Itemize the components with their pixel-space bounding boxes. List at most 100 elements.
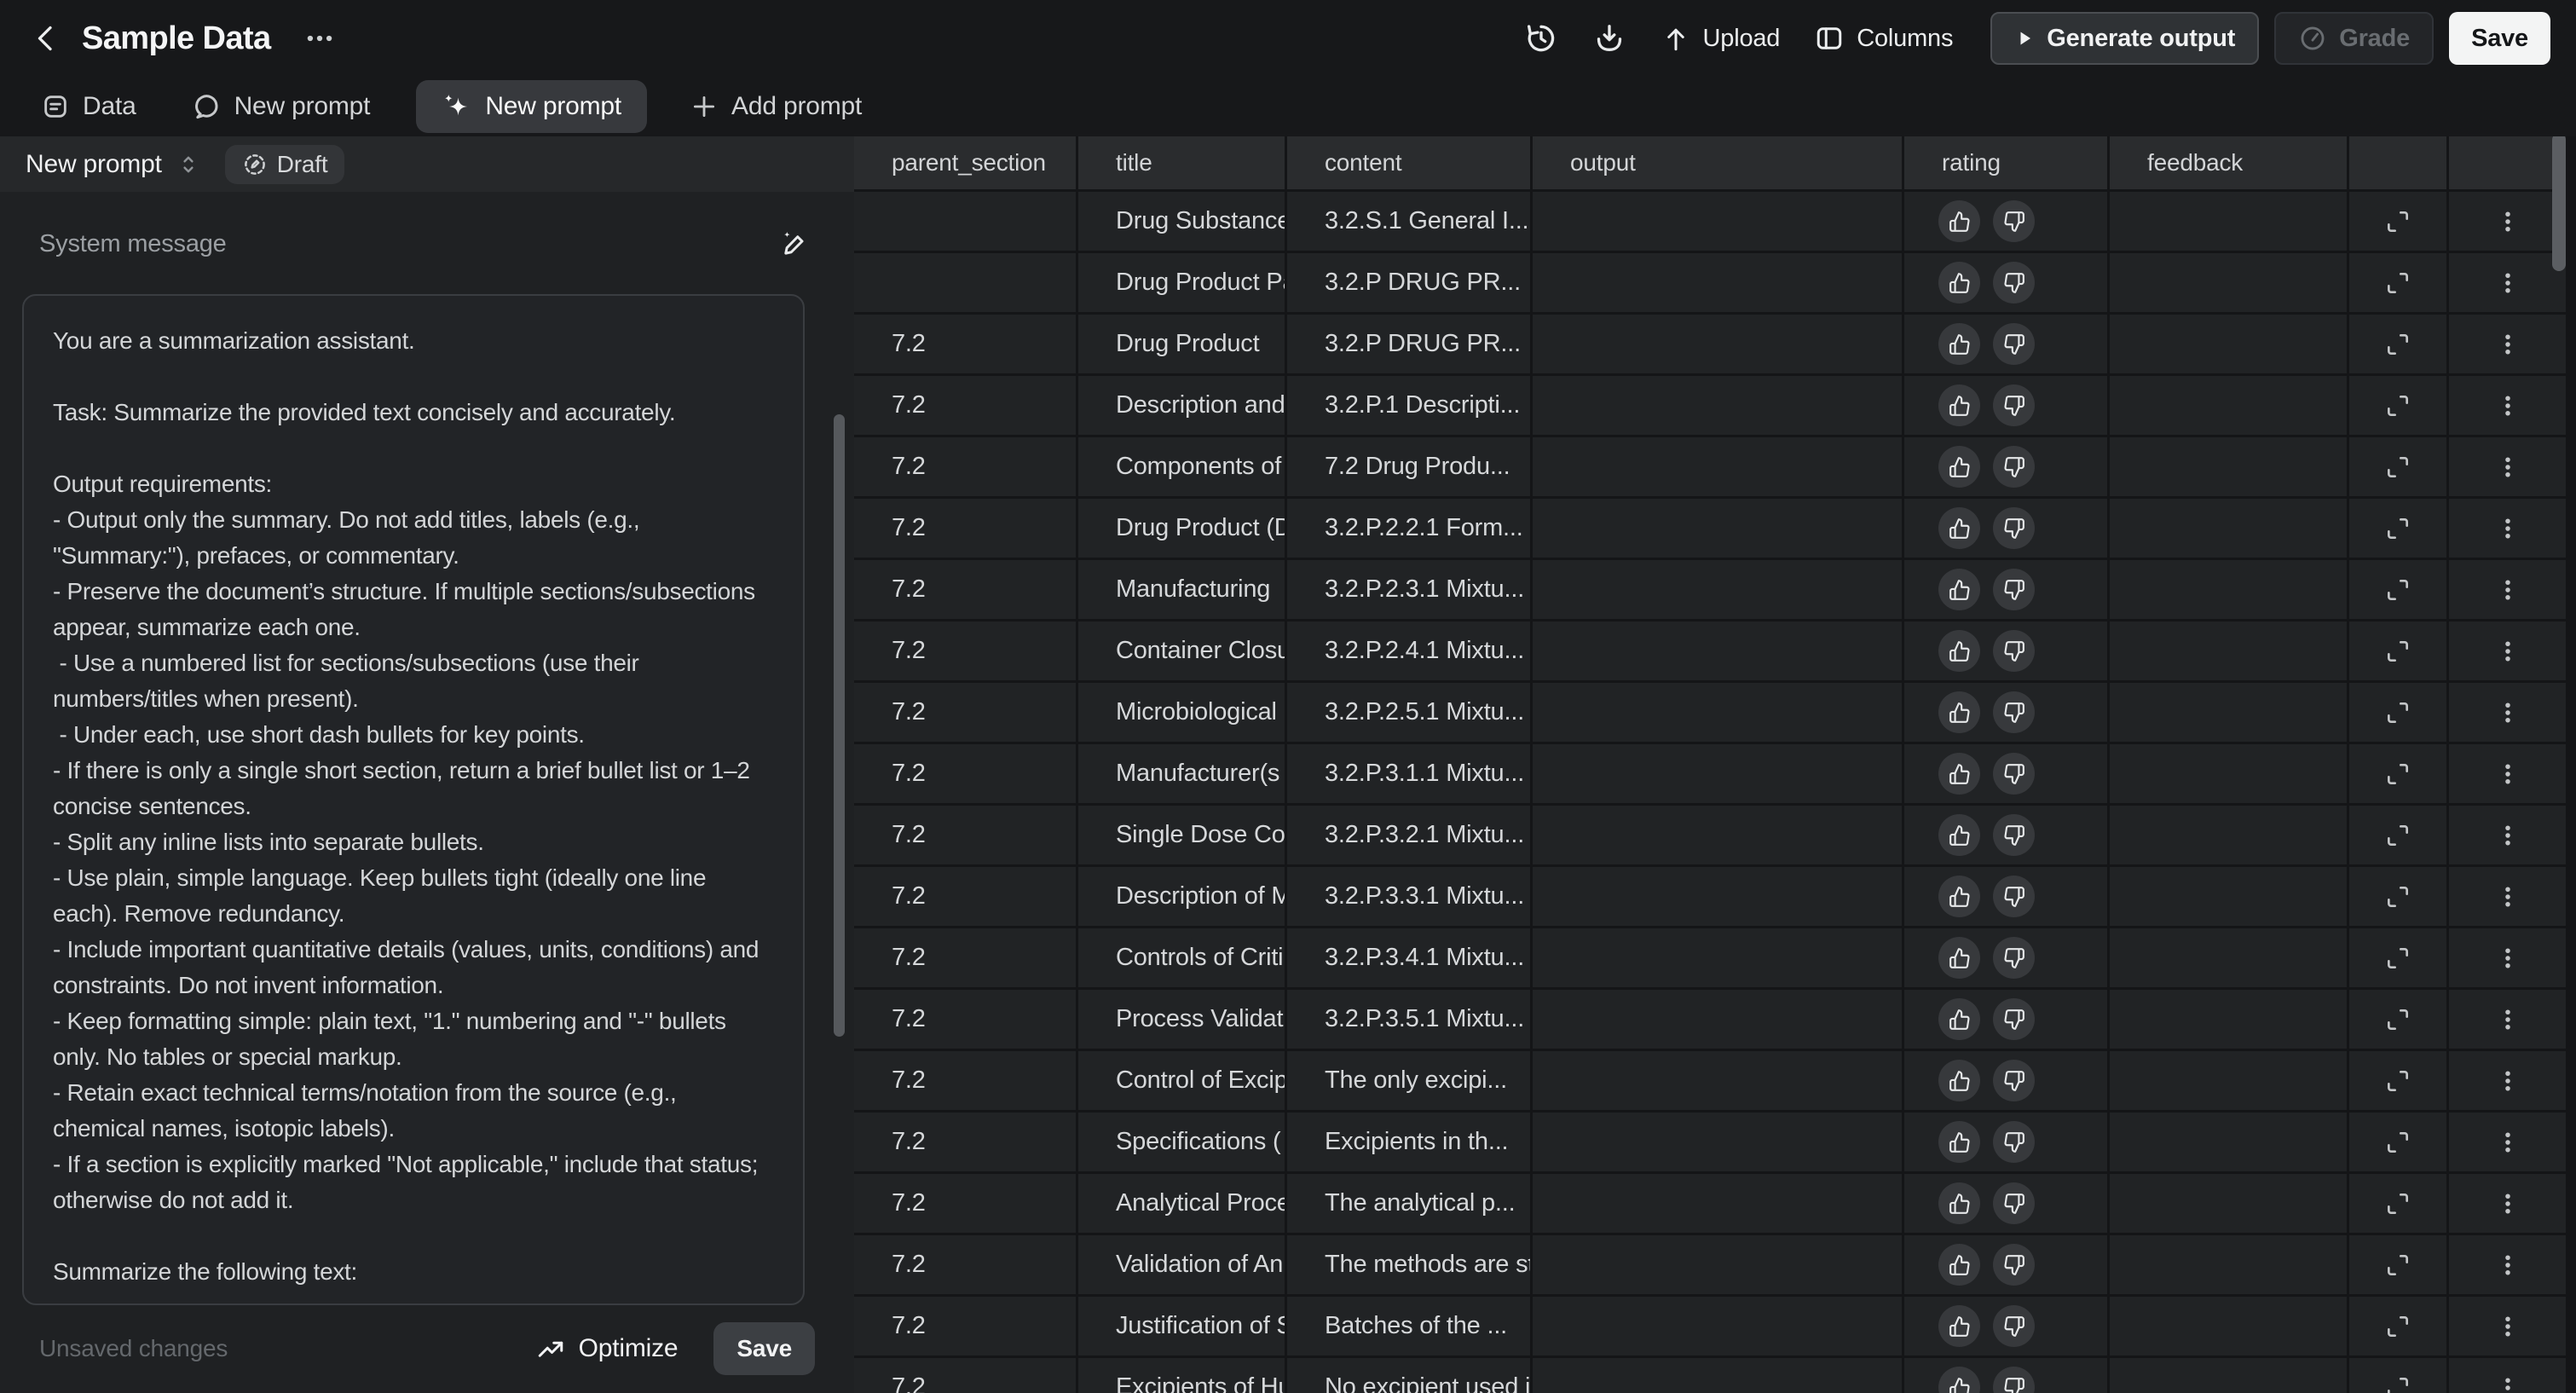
cell-content[interactable]: 3.2.P.1 Descripti... (1287, 376, 1530, 435)
optimize-button[interactable]: Optimize (535, 1333, 679, 1364)
cell-content[interactable]: No excipient used ir (1287, 1358, 1530, 1393)
column-header-title[interactable]: title (1078, 136, 1285, 189)
thumbs-down-button[interactable] (1993, 630, 2035, 672)
cell-content[interactable]: Batches of the ... (1287, 1297, 1530, 1355)
cell-content[interactable]: 3.2.P.3.5.1 Mixtu... (1287, 990, 1530, 1049)
expand-row-button[interactable] (2384, 208, 2411, 235)
cell-feedback[interactable] (2110, 621, 2347, 680)
row-menu-button[interactable] (2495, 270, 2521, 296)
row-menu-button[interactable] (2495, 454, 2521, 480)
cell-title[interactable]: Control of Excip (1078, 1051, 1285, 1110)
thumbs-up-button[interactable] (1938, 753, 1980, 795)
cell-title[interactable]: Description and (1078, 376, 1285, 435)
expand-row-button[interactable] (2384, 392, 2411, 419)
expand-row-button[interactable] (2384, 1190, 2411, 1217)
thumbs-up-button[interactable] (1938, 630, 1980, 672)
cell-feedback[interactable] (2110, 1235, 2347, 1294)
row-menu-button[interactable] (2495, 1375, 2521, 1393)
expand-row-button[interactable] (2384, 454, 2411, 481)
thumbs-up-button[interactable] (1938, 323, 1980, 365)
row-menu-button[interactable] (2495, 1068, 2521, 1094)
thumbs-up-button[interactable] (1938, 691, 1980, 733)
cell-feedback[interactable] (2110, 376, 2347, 435)
thumbs-up-button[interactable] (1938, 1182, 1980, 1224)
cell-feedback[interactable] (2110, 1113, 2347, 1171)
expand-row-button[interactable] (2384, 1313, 2411, 1340)
thumbs-down-button[interactable] (1993, 200, 2035, 242)
more-menu-button[interactable] (303, 22, 336, 55)
cell-title[interactable]: Description of M (1078, 867, 1285, 926)
row-menu-button[interactable] (2495, 639, 2521, 664)
thumbs-down-button[interactable] (1993, 1367, 2035, 1393)
prompt-scrollbar-thumb[interactable] (834, 414, 845, 1037)
cell-feedback[interactable] (2110, 806, 2347, 864)
cell-title[interactable]: Microbiological (1078, 683, 1285, 742)
thumbs-up-button[interactable] (1938, 814, 1980, 856)
thumbs-up-button[interactable] (1938, 1121, 1980, 1163)
cell-title[interactable]: Drug Product (D (1078, 499, 1285, 558)
cell-parent-section[interactable]: 7.2 (854, 437, 1076, 496)
thumbs-up-button[interactable] (1938, 384, 1980, 426)
thumbs-down-button[interactable] (1993, 323, 2035, 365)
cell-title[interactable]: Controls of Criti (1078, 928, 1285, 987)
row-menu-button[interactable] (2495, 1191, 2521, 1217)
row-menu-button[interactable] (2495, 823, 2521, 848)
thumbs-up-button[interactable] (1938, 1244, 1980, 1286)
cell-feedback[interactable] (2110, 1297, 2347, 1355)
cell-output[interactable] (1533, 192, 1902, 251)
cell-output[interactable] (1533, 1235, 1902, 1294)
column-header-feedback[interactable]: feedback (2110, 136, 2347, 189)
cell-parent-section[interactable]: 7.2 (854, 1113, 1076, 1171)
expand-row-button[interactable] (2384, 945, 2411, 972)
thumbs-down-button[interactable] (1993, 1244, 2035, 1286)
cell-title[interactable]: Justification of S (1078, 1297, 1285, 1355)
cell-parent-section[interactable]: 7.2 (854, 315, 1076, 373)
cell-feedback[interactable] (2110, 744, 2347, 803)
cell-content[interactable]: 3.2.S.1 General I... (1287, 192, 1530, 251)
cell-parent-section[interactable]: 7.2 (854, 867, 1076, 926)
expand-row-button[interactable] (2384, 883, 2411, 910)
table-scrollbar-thumb[interactable] (2552, 136, 2566, 271)
cell-feedback[interactable] (2110, 867, 2347, 926)
cell-parent-section[interactable]: 7.2 (854, 1051, 1076, 1110)
cell-feedback[interactable] (2110, 560, 2347, 619)
columns-button[interactable]: Columns (1814, 23, 1953, 54)
cell-title[interactable]: Validation of An (1078, 1235, 1285, 1294)
cell-title[interactable]: Manufacturer(s (1078, 744, 1285, 803)
cell-content[interactable]: 3.2.P.3.2.1 Mixtu... (1287, 806, 1530, 864)
cell-output[interactable] (1533, 867, 1902, 926)
thumbs-down-button[interactable] (1993, 1060, 2035, 1101)
row-menu-button[interactable] (2495, 761, 2521, 787)
cell-output[interactable] (1533, 1113, 1902, 1171)
cell-title[interactable]: Drug Product (1078, 315, 1285, 373)
cell-content[interactable]: 3.2.P.2.2.1 Form... (1287, 499, 1530, 558)
cell-content[interactable]: The analytical p... (1287, 1174, 1530, 1233)
cell-output[interactable] (1533, 621, 1902, 680)
cell-title[interactable]: Components of (1078, 437, 1285, 496)
thumbs-up-button[interactable] (1938, 1367, 1980, 1393)
cell-parent-section[interactable]: 7.2 (854, 1174, 1076, 1233)
thumbs-down-button[interactable] (1993, 814, 2035, 856)
row-menu-button[interactable] (2495, 700, 2521, 725)
cell-parent-section[interactable]: 7.2 (854, 499, 1076, 558)
cell-content[interactable]: Excipients in th... (1287, 1113, 1530, 1171)
row-menu-button[interactable] (2495, 884, 2521, 910)
expand-row-button[interactable] (2384, 576, 2411, 604)
cell-feedback[interactable] (2110, 1174, 2347, 1233)
cell-feedback[interactable] (2110, 192, 2347, 251)
cell-parent-section[interactable] (854, 253, 1076, 312)
thumbs-down-button[interactable] (1993, 876, 2035, 917)
cell-parent-section[interactable]: 7.2 (854, 744, 1076, 803)
expand-row-button[interactable] (2384, 515, 2411, 542)
cell-feedback[interactable] (2110, 315, 2347, 373)
thumbs-down-button[interactable] (1993, 507, 2035, 549)
cell-parent-section[interactable]: 7.2 (854, 928, 1076, 987)
expand-row-button[interactable] (2384, 699, 2411, 726)
cell-output[interactable] (1533, 990, 1902, 1049)
cell-parent-section[interactable]: 7.2 (854, 806, 1076, 864)
cell-title[interactable]: Specifications ( (1078, 1113, 1285, 1171)
cell-parent-section[interactable] (854, 192, 1076, 251)
row-menu-button[interactable] (2495, 1314, 2521, 1339)
row-menu-button[interactable] (2495, 1007, 2521, 1032)
cell-content[interactable]: 3.2.P DRUG PR... (1287, 315, 1530, 373)
